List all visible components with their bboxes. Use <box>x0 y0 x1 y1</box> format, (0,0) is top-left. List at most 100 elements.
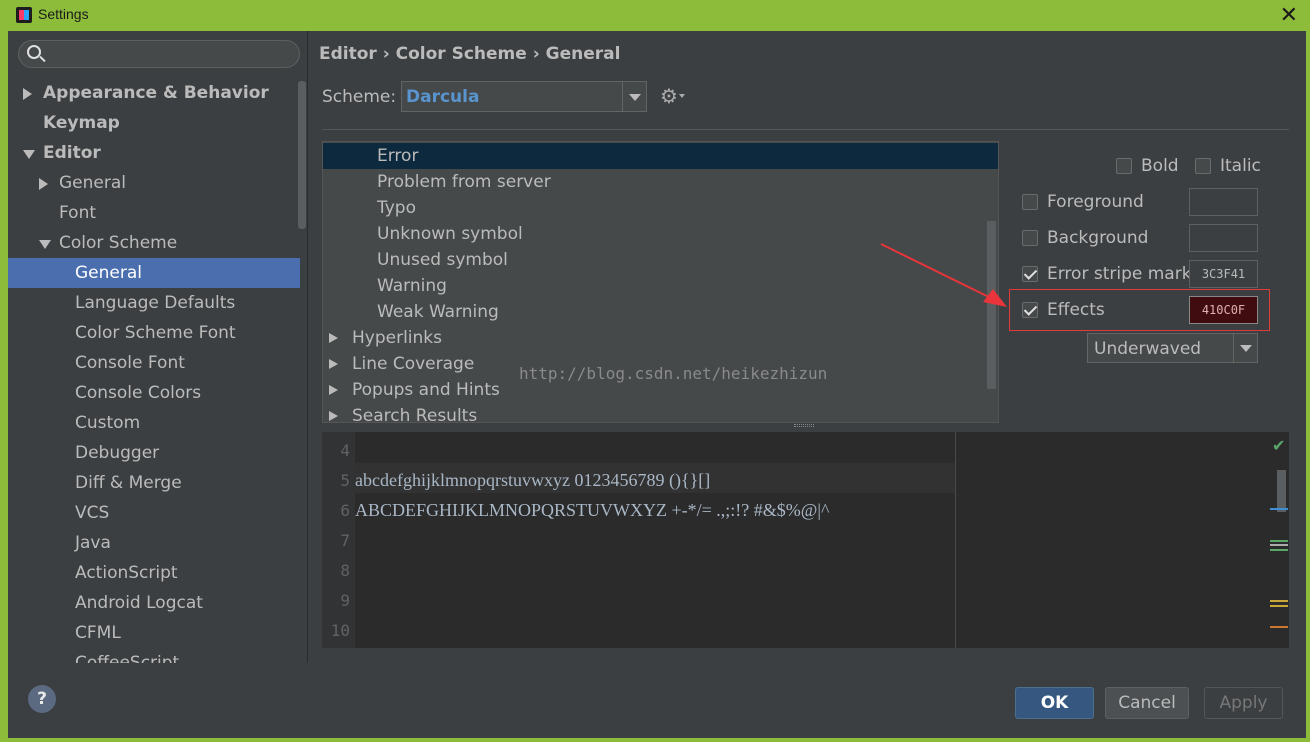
attribute-row[interactable]: Hyperlinks <box>323 325 998 351</box>
line-number: 4 <box>340 441 350 460</box>
code-line: abcdefghijklmnopqrstuvwxyz 0123456789 ()… <box>355 470 711 490</box>
ok-button[interactable]: OK <box>1015 687 1094 719</box>
effect-type-value: Underwaved <box>1094 339 1202 359</box>
stripe-mark[interactable] <box>1270 549 1288 551</box>
tree-item[interactable]: Diff & Merge <box>8 468 300 498</box>
tree-item[interactable]: Color Scheme <box>8 228 300 258</box>
chevron-down-icon[interactable] <box>1233 334 1257 362</box>
effects-color-swatch[interactable]: 410C0F <box>1189 296 1258 324</box>
attribute-label: Typo <box>377 198 416 218</box>
tree-item[interactable]: Debugger <box>8 438 300 468</box>
code-preview[interactable]: 4 5 abcdefghijklmnopqrstuvwxyz 0123456789 … <box>322 432 1289 648</box>
background-label: Background <box>1047 228 1149 248</box>
tree-item-label: Diff & Merge <box>75 473 182 493</box>
tree-item[interactable]: Console Font <box>8 348 300 378</box>
tree-item-label: Color Scheme Font <box>75 323 236 343</box>
cancel-button[interactable]: Cancel <box>1105 687 1189 719</box>
stripe-mark[interactable] <box>1270 508 1288 510</box>
italic-checkbox[interactable] <box>1195 158 1211 174</box>
line-number: 7 <box>340 531 350 550</box>
tree-item[interactable]: Console Colors <box>8 378 300 408</box>
effect-type-dropdown[interactable]: Underwaved <box>1087 333 1258 363</box>
attribute-row[interactable]: Search Results <box>323 403 998 423</box>
tree-item[interactable]: Editor <box>8 138 300 168</box>
chevron-right-icon[interactable] <box>329 359 338 369</box>
chevron-right-icon[interactable] <box>23 88 32 100</box>
tree-item-label: Appearance & Behavior <box>43 83 269 103</box>
tree-item[interactable]: Keymap <box>8 108 300 138</box>
right-margin-guide <box>955 432 956 648</box>
tree-item-label: General <box>75 263 142 283</box>
search-icon <box>27 45 41 59</box>
attribute-label: Error <box>377 146 419 166</box>
color-scheme-panel: Editor › Color Scheme › General Scheme: … <box>309 31 1302 663</box>
help-button[interactable]: ? <box>28 685 56 713</box>
attribute-label: Unused symbol <box>377 250 508 270</box>
stripe-mark[interactable] <box>1270 626 1288 628</box>
tree-item-label: Debugger <box>75 443 160 463</box>
foreground-checkbox[interactable] <box>1022 194 1038 210</box>
tree-item-label: Custom <box>75 413 141 433</box>
window-title: Settings <box>38 6 89 22</box>
background-color-swatch[interactable] <box>1189 224 1258 252</box>
tree-item[interactable]: Android Logcat <box>8 588 300 618</box>
code-line: ABCDEFGHIJKLMNOPQRSTUVWXYZ +-*/= .,;:!? … <box>355 500 830 520</box>
tree-item[interactable]: CFML <box>8 618 300 648</box>
chevron-right-icon[interactable] <box>329 411 338 421</box>
chevron-down-icon[interactable] <box>23 150 35 159</box>
tree-item-label: Java <box>75 533 111 553</box>
stripe-mark[interactable] <box>1270 544 1288 546</box>
tree-item[interactable]: Java <box>8 528 300 558</box>
stripe-mark[interactable] <box>1270 600 1288 602</box>
tree-item[interactable]: Appearance & Behavior <box>8 78 300 108</box>
preview-scrollbar[interactable] <box>1277 470 1286 512</box>
attribute-label: Weak Warning <box>377 302 499 322</box>
splitter-handle[interactable] <box>794 424 814 427</box>
tree-item[interactable]: Color Scheme Font <box>8 318 300 348</box>
tree-scrollbar[interactable] <box>298 81 306 229</box>
italic-label: Italic <box>1220 156 1261 176</box>
stripe-mark[interactable] <box>1270 540 1288 542</box>
tree-item[interactable]: General <box>8 168 300 198</box>
tree-item[interactable]: CoffeeScript <box>8 648 300 663</box>
bold-label: Bold <box>1141 156 1179 176</box>
tree-item[interactable]: Custom <box>8 408 300 438</box>
tree-item[interactable]: ActionScript <box>8 558 300 588</box>
error-stripe-color-swatch[interactable]: 3C3F41 <box>1189 260 1258 288</box>
chevron-right-icon[interactable] <box>329 333 338 343</box>
stripe-mark[interactable] <box>1270 605 1288 607</box>
effects-checkbox[interactable] <box>1022 302 1038 318</box>
apply-button[interactable]: Apply <box>1204 687 1283 719</box>
close-icon[interactable]: ✕ <box>1280 3 1298 28</box>
search-input[interactable] <box>18 40 300 68</box>
chevron-right-icon[interactable] <box>39 178 48 190</box>
gear-icon[interactable]: ⚙ <box>660 84 678 108</box>
breadcrumb: Editor › Color Scheme › General <box>319 44 621 64</box>
divider <box>322 129 1289 130</box>
foreground-color-swatch[interactable] <box>1189 188 1258 216</box>
gear-menu-arrow-icon[interactable] <box>679 94 685 98</box>
foreground-label: Foreground <box>1047 192 1144 212</box>
chevron-down-icon[interactable] <box>622 82 646 111</box>
attribute-row[interactable]: Problem from server <box>323 169 998 195</box>
title-bar: Settings ✕ <box>0 0 1310 31</box>
scheme-dropdown[interactable]: Darcula <box>401 81 647 112</box>
background-checkbox[interactable] <box>1022 230 1038 246</box>
tree-item[interactable]: VCS <box>8 498 300 528</box>
attribute-label: Hyperlinks <box>352 328 443 348</box>
attribute-row[interactable]: Error <box>323 143 998 169</box>
line-number: 6 <box>340 501 350 520</box>
tree-item[interactable]: Language Defaults <box>8 288 300 318</box>
error-stripe-checkbox[interactable] <box>1022 266 1038 282</box>
line-number: 9 <box>340 591 350 610</box>
attribute-label: Warning <box>377 276 447 296</box>
attribute-label: Search Results <box>352 406 478 423</box>
tree-item-label: CFML <box>75 623 121 643</box>
attribute-row[interactable]: Typo <box>323 195 998 221</box>
chevron-right-icon[interactable] <box>329 385 338 395</box>
tree-item[interactable]: Font <box>8 198 300 228</box>
tree-item[interactable]: General <box>8 258 300 288</box>
scheme-label: Scheme: <box>322 87 397 107</box>
bold-checkbox[interactable] <box>1116 158 1132 174</box>
chevron-down-icon[interactable] <box>39 240 51 249</box>
